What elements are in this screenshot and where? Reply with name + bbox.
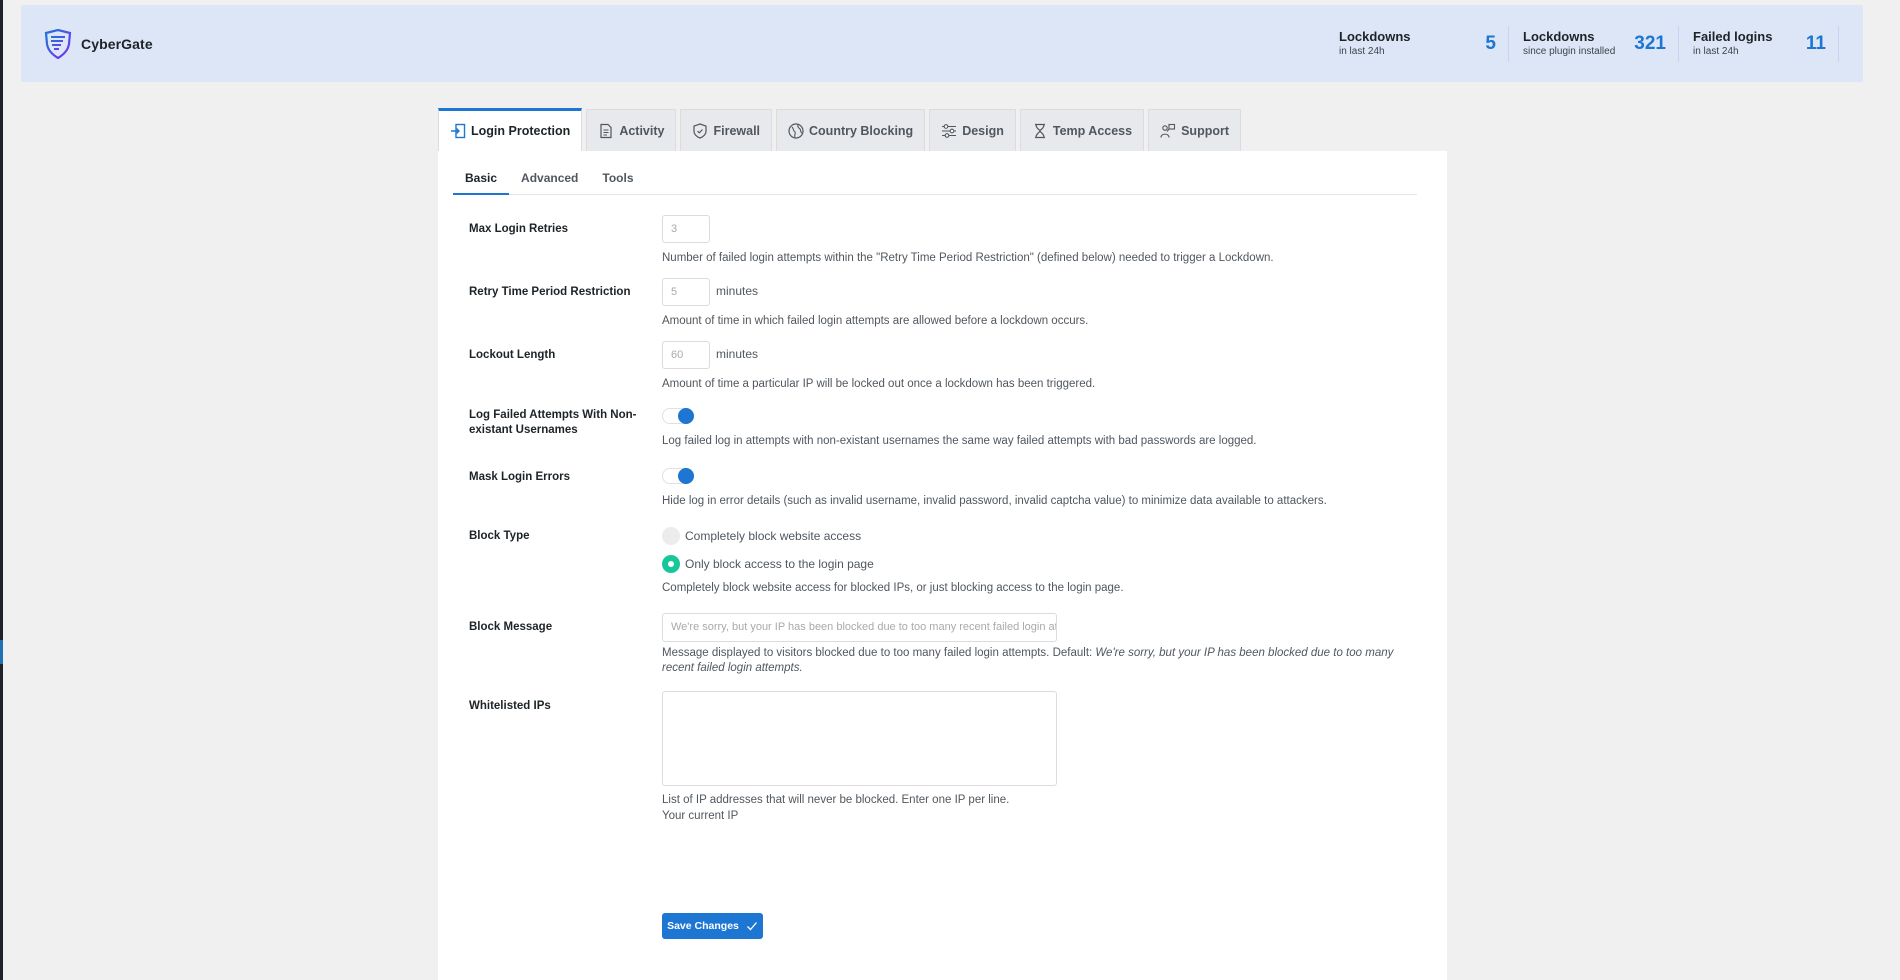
field-description: Message displayed to visitors blocked du…: [662, 646, 1402, 676]
shield-icon: [693, 122, 708, 139]
field-label: Block Message: [469, 621, 553, 633]
tab-label: Temp Access: [1052, 123, 1133, 138]
tab-firewall[interactable]: Firewall: [680, 109, 773, 151]
whitelist-textarea[interactable]: [662, 691, 1057, 786]
toggle-knob: [678, 468, 694, 484]
current-ip-text: Your current IP: [662, 810, 739, 822]
stat-value: 321: [1634, 32, 1666, 54]
toggle-knob: [678, 408, 694, 424]
plugin-header: CyberGate Lockdowns in last 24h 5 Lockdo…: [21, 5, 1863, 82]
login-icon: [451, 123, 466, 139]
tab-temp-access[interactable]: Temp Access: [1019, 109, 1145, 151]
sliders-icon: [942, 123, 957, 138]
tab-label: Support: [1181, 123, 1230, 138]
tab-activity[interactable]: Activity: [586, 109, 677, 151]
field-description: Amount of time a particular IP will be l…: [662, 378, 1096, 390]
tab-login-protection[interactable]: Login Protection: [438, 108, 583, 151]
settings-card: Basic Advanced Tools Max Login Retries 3…: [438, 151, 1447, 980]
log-failed-toggle[interactable]: [662, 408, 694, 424]
shield-logo-icon: [44, 28, 72, 59]
block-type-option-login[interactable]: Only block access to the login page: [662, 554, 1422, 574]
globe-icon: [788, 122, 804, 139]
stat-sub: in last 24h: [1693, 45, 1739, 57]
field-label: Max Login Retries: [469, 223, 569, 235]
subtab-tools[interactable]: Tools: [590, 168, 645, 195]
tab-label: Firewall: [713, 123, 761, 138]
field-label: Block Type: [469, 530, 530, 542]
retry-period-input[interactable]: 5: [662, 278, 710, 306]
field-description: Amount of time in which failed login att…: [662, 315, 1089, 327]
block-type-option-full[interactable]: Completely block website access: [662, 526, 1422, 546]
stat-label: Lockdowns: [1523, 28, 1595, 44]
main-tabs: Login Protection Activity Firewall Count…: [438, 108, 1245, 151]
tab-label: Design: [962, 123, 1004, 138]
sidebar-active-marker: [0, 640, 3, 664]
save-button-label: Save Changes: [667, 920, 739, 932]
radio-label: Completely block website access: [685, 529, 862, 543]
tab-label: Country Blocking: [809, 123, 914, 138]
checkmark-icon: [746, 922, 757, 931]
subtab-basic[interactable]: Basic: [453, 168, 510, 195]
stat-sub: since plugin installed: [1523, 45, 1616, 57]
stat-label: Lockdowns: [1339, 28, 1411, 44]
radio-label: Only block access to the login page: [685, 557, 874, 571]
field-description: Completely block website access for bloc…: [662, 582, 1124, 594]
block-message-input[interactable]: We're sorry, but your IP has been blocke…: [662, 613, 1057, 642]
desc-prefix: Message displayed to visitors blocked du…: [662, 647, 1096, 659]
mask-errors-toggle[interactable]: [662, 468, 694, 484]
support-icon: [1160, 123, 1176, 138]
field-label: Retry Time Period Restriction: [469, 286, 631, 298]
save-changes-button[interactable]: Save Changes: [662, 913, 763, 939]
tab-country-blocking[interactable]: Country Blocking: [776, 109, 926, 151]
max-retries-input[interactable]: 3: [662, 215, 710, 243]
lockout-length-input[interactable]: 60: [662, 341, 710, 369]
unit-label: minutes: [716, 283, 759, 298]
field-description: Log failed log in attempts with non-exis…: [662, 435, 1257, 447]
admin-sidebar-edge: [0, 0, 3, 980]
tab-support[interactable]: Support: [1148, 109, 1242, 151]
subtab-advanced[interactable]: Advanced: [509, 168, 590, 195]
stat-value: 5: [1485, 32, 1496, 54]
stat-value: 11: [1805, 32, 1826, 54]
stat-lockdowns-24h: Lockdowns in last 24h 5: [1339, 25, 1509, 62]
field-description: List of IP addresses that will never be …: [662, 794, 1010, 806]
document-icon: [600, 123, 612, 138]
field-label: Lockout Length: [469, 349, 556, 361]
stat-lockdowns-total: Lockdowns since plugin installed 321: [1509, 25, 1679, 62]
tab-design[interactable]: Design: [929, 109, 1016, 151]
field-label: Whitelisted IPs: [469, 700, 551, 712]
unit-label: minutes: [716, 346, 759, 361]
field-description: Number of failed login attempts within t…: [662, 252, 1274, 264]
tab-label: Activity: [619, 123, 665, 138]
brand-name: CyberGate: [81, 35, 153, 52]
stat-failed-logins: Failed logins in last 24h 11: [1679, 25, 1839, 62]
radio-button-checked[interactable]: [662, 555, 680, 573]
sub-tabs: Basic Advanced Tools: [453, 168, 1417, 195]
hourglass-icon: [1034, 123, 1045, 138]
field-description: Hide log in error details (such as inval…: [662, 495, 1327, 507]
stat-sub: in last 24h: [1339, 45, 1385, 57]
tab-label: Login Protection: [471, 124, 571, 138]
stats-bar: Lockdowns in last 24h 5 Lockdowns since …: [1339, 25, 1839, 62]
radio-button[interactable]: [662, 527, 680, 545]
field-label: Mask Login Errors: [469, 471, 570, 483]
field-label: Log Failed Attempts With Non-existant Us…: [469, 409, 637, 436]
stat-label: Failed logins: [1693, 28, 1773, 44]
brand[interactable]: CyberGate: [43, 28, 153, 59]
